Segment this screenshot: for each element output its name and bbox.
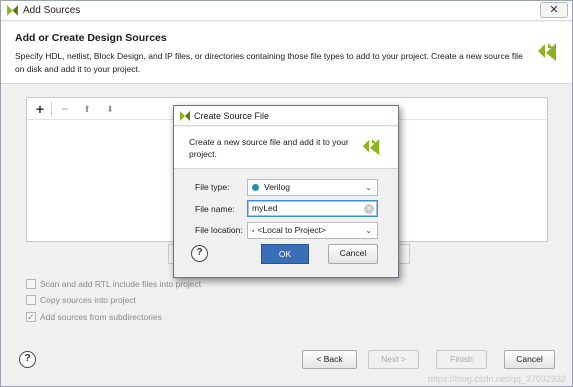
page-description: Specify HDL, netlist, Block Design, and … <box>15 51 523 74</box>
file-location-value: <Local to Project> <box>257 225 326 235</box>
file-type-value: Verilog <box>264 182 290 192</box>
file-name-value: myLed <box>252 203 278 213</box>
arrow-down-icon: ⬇ <box>106 104 114 114</box>
watermark: https://blog.csdn.net/qq_37032932 <box>427 374 566 384</box>
dialog-title-bar: Create Source File <box>174 106 398 126</box>
back-button[interactable]: < Back <box>302 350 357 369</box>
checkbox-box <box>26 295 36 305</box>
help-button[interactable]: ? <box>19 351 36 368</box>
page-header: Add or Create Design Sources Specify HDL… <box>1 22 572 84</box>
title-bar: Add Sources ✕ <box>1 1 572 21</box>
add-subdirectories-checkbox[interactable]: ✓ Add sources from subdirectories <box>26 310 162 324</box>
next-button[interactable]: Next > <box>368 350 419 369</box>
vivado-logo-icon <box>180 111 190 121</box>
checkbox-label: Copy sources into project <box>40 295 136 305</box>
add-source-button[interactable]: + <box>32 101 48 117</box>
window-title: Add Sources <box>23 5 81 16</box>
close-button[interactable]: ✕ <box>540 2 568 18</box>
copy-sources-checkbox[interactable]: Copy sources into project <box>26 293 136 307</box>
file-type-select[interactable]: Verilog ⌄ <box>247 179 378 196</box>
file-location-select[interactable]: ▪ <Local to Project> ⌄ <box>247 222 378 239</box>
scan-rtl-includes-checkbox[interactable]: Scan and add RTL include files into proj… <box>26 277 201 291</box>
toolbar-divider <box>51 102 52 116</box>
create-source-file-dialog: Create Source File Create a new source f… <box>173 105 399 278</box>
vivado-logo-icon <box>362 138 380 156</box>
checkbox-box <box>26 279 36 289</box>
dialog-description: Create a new source file and add it to y… <box>189 137 349 159</box>
dialog-title: Create Source File <box>194 111 270 121</box>
dialog-help-button[interactable]: ? <box>191 245 208 262</box>
vivado-logo-icon <box>7 5 18 16</box>
file-type-label: File type: <box>195 182 230 192</box>
close-icon: ✕ <box>549 4 559 16</box>
checkbox-label: Scan and add RTL include files into proj… <box>40 279 202 289</box>
cancel-button[interactable]: Cancel <box>504 350 555 369</box>
checkbox-label: Add sources from subdirectories <box>40 312 162 322</box>
folder-icon: ▪ <box>252 228 255 235</box>
chevron-down-icon: ⌄ <box>365 183 372 192</box>
page-title: Add or Create Design Sources <box>15 32 167 44</box>
finish-button[interactable]: Finish <box>436 350 487 369</box>
help-icon: ? <box>196 247 203 258</box>
move-down-button[interactable]: ⬇ <box>102 101 118 117</box>
ok-button[interactable]: OK <box>261 244 309 264</box>
chevron-down-icon: ⌄ <box>365 226 372 235</box>
vivado-logo-icon <box>538 43 556 61</box>
verilog-dot-icon <box>252 184 259 191</box>
move-up-button[interactable]: ⬆ <box>79 101 95 117</box>
checkmark-icon: ✓ <box>26 312 36 322</box>
arrow-up-icon: ⬆ <box>83 104 91 114</box>
plus-icon: + <box>35 101 45 117</box>
clear-icon[interactable]: × <box>364 204 374 214</box>
remove-source-button[interactable]: − <box>57 101 73 117</box>
dialog-header: Create a new source file and add it to y… <box>174 127 398 169</box>
file-location-label: File location: <box>195 225 243 235</box>
file-name-input[interactable]: myLed × <box>247 200 378 217</box>
help-icon: ? <box>24 353 31 364</box>
minus-icon: − <box>61 102 69 116</box>
file-name-label: File name: <box>195 204 235 214</box>
dialog-cancel-button[interactable]: Cancel <box>328 244 378 264</box>
